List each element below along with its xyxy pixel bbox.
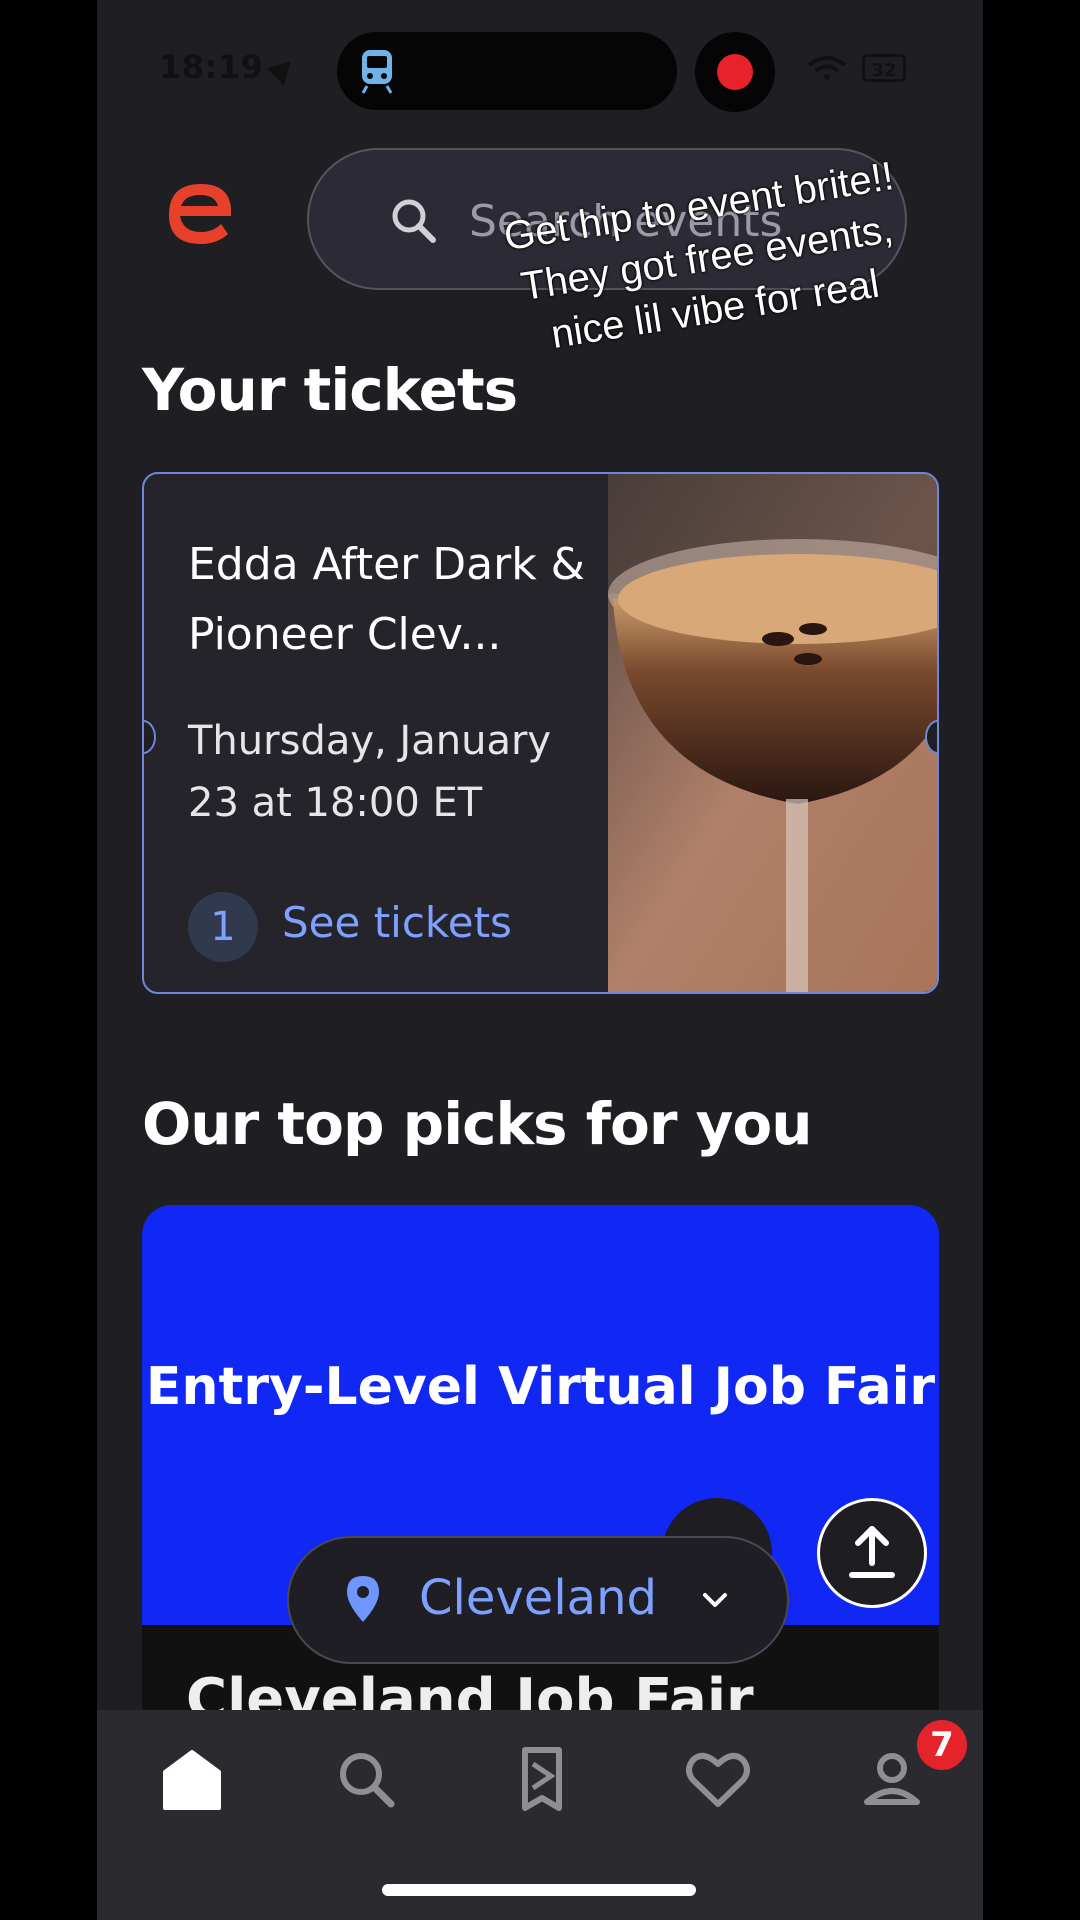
map-pin-icon xyxy=(347,1576,379,1622)
location-city: Cleveland xyxy=(419,1570,657,1626)
ticket-quantity-badge: 1 xyxy=(188,892,258,962)
share-icon xyxy=(849,1526,895,1578)
notification-badge: 7 xyxy=(917,1720,967,1770)
home-icon[interactable] xyxy=(157,1744,227,1814)
home-indicator xyxy=(382,1884,696,1896)
ticket-event-date: Thursday, January 23 at 18:00 ET xyxy=(188,718,552,826)
share-button[interactable] xyxy=(817,1498,927,1608)
wifi-icon xyxy=(807,56,847,80)
tickets-icon[interactable] xyxy=(507,1744,577,1814)
location-selector[interactable]: Cleveland xyxy=(287,1536,789,1664)
profile-icon[interactable] xyxy=(857,1744,927,1814)
tickets-heading: Your tickets xyxy=(142,356,518,424)
train-icon xyxy=(361,50,393,94)
ticket-notch-left xyxy=(144,720,156,754)
event-banner-title: Entry-Level Virtual Job Fair xyxy=(145,1357,936,1417)
status-time: 18:19 xyxy=(159,48,300,86)
search-icon xyxy=(392,199,436,243)
top-picks-heading: Our top picks for you xyxy=(142,1090,813,1158)
app-screen: 18:19 32 Search events Get hip to event … xyxy=(97,0,983,1920)
chevron-down-icon xyxy=(703,1593,727,1607)
ticket-event-title: Edda After Dark & Pioneer Clev... xyxy=(188,539,585,660)
eventbrite-logo[interactable] xyxy=(165,178,237,250)
search-tab-icon[interactable] xyxy=(331,1744,401,1814)
location-arrow-icon xyxy=(267,52,300,86)
battery-indicator: 32 xyxy=(862,54,906,82)
ticket-card[interactable]: Edda After Dark & Pioneer Clev... Thursd… xyxy=(142,472,939,994)
recording-indicator xyxy=(695,32,775,112)
see-tickets-link[interactable]: See tickets xyxy=(282,898,512,947)
likes-icon[interactable] xyxy=(683,1744,753,1814)
dynamic-island xyxy=(337,32,677,110)
event-photo-espresso-martini xyxy=(608,474,937,992)
